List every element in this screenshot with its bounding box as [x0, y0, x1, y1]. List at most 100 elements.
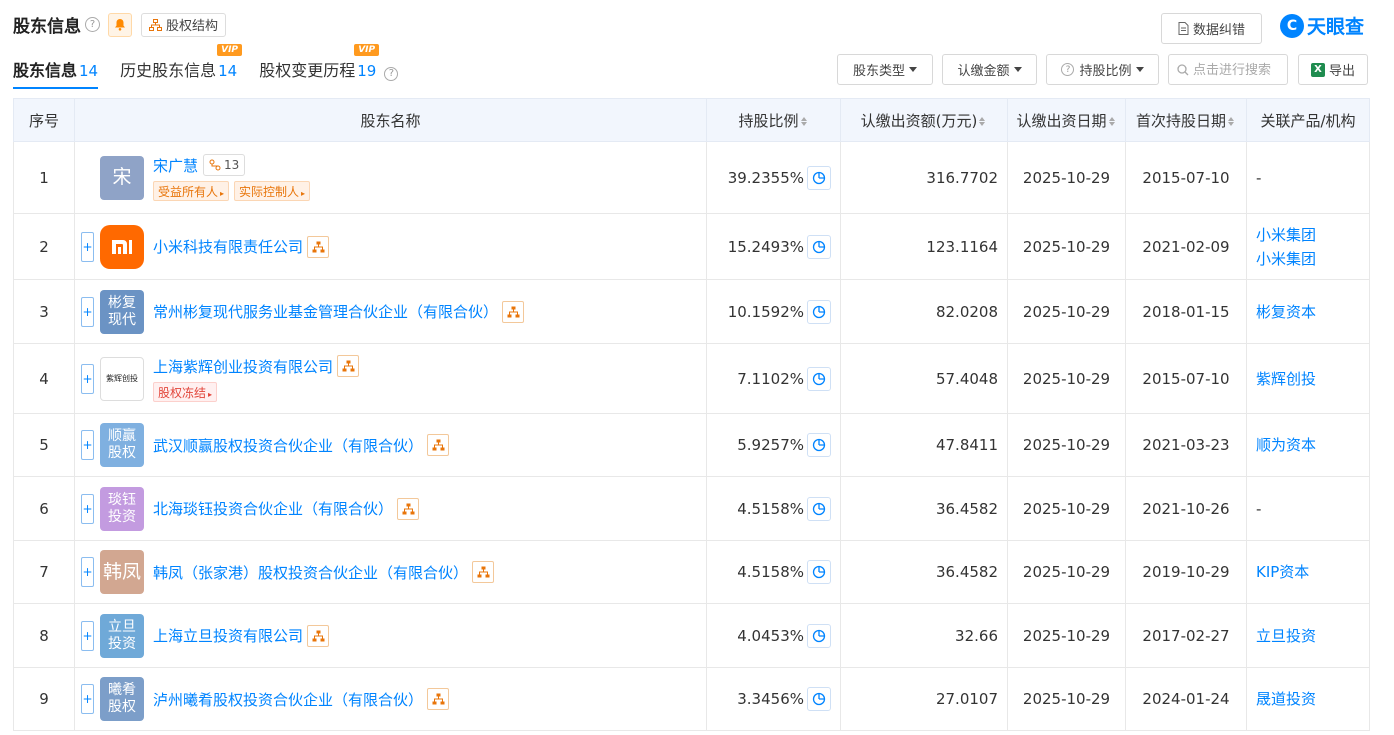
pie-chart-icon[interactable]	[807, 299, 831, 324]
related-org-link[interactable]: 小米集团	[1256, 223, 1369, 247]
shareholder-name-link[interactable]: 武汉顺赢股权投资合伙企业（有限合伙）	[153, 435, 423, 456]
status-tag[interactable]: 股权冻结 ▸	[153, 382, 218, 402]
avatar[interactable]: 顺赢 股权	[100, 423, 144, 467]
name-line: 小米科技有限责任公司	[153, 235, 330, 258]
expand-button[interactable]: +	[81, 296, 94, 327]
shareholder-name-link[interactable]: 上海紫辉创业投资有限公司	[153, 356, 333, 377]
related-org-link[interactable]: 立旦投资	[1256, 624, 1369, 648]
search-box[interactable]	[1168, 54, 1288, 85]
row-sub-date: 2025-10-29	[1007, 667, 1126, 731]
pie-chart-icon[interactable]	[807, 687, 831, 711]
pie-chart-icon[interactable]	[807, 165, 831, 190]
table-row[interactable]: 9 + 曦肴 股权 泸州曦肴股权投资合伙企业（有限合伙） 3.3456% 27.0107 20…	[13, 667, 1370, 731]
org-chart-icon[interactable]	[307, 235, 330, 258]
bell-icon[interactable]	[108, 12, 132, 37]
row-first-date: 2018-01-15	[1125, 279, 1247, 344]
tab-shareholders[interactable]: 股东信息 14	[13, 57, 99, 89]
data-correction-button[interactable]: 数据纠错	[1161, 13, 1262, 44]
shareholder-name-link[interactable]: 常州彬复现代服务业基金管理合伙企业（有限合伙）	[153, 301, 498, 322]
sort-icon[interactable]	[801, 117, 809, 126]
help-icon[interactable]: ?	[384, 66, 399, 81]
holding-ratio-dropdown[interactable]: ? 持股比例	[1046, 54, 1159, 85]
subscribed-amount-dropdown[interactable]: 认缴金额	[942, 54, 1037, 85]
status-tag[interactable]: 实际控制人 ▸	[234, 181, 311, 201]
related-org-link[interactable]: 彬复资本	[1256, 300, 1369, 324]
avatar[interactable]: 琰钰 投资	[100, 486, 144, 531]
org-chart-icon[interactable]	[502, 300, 525, 323]
avatar[interactable]: 紫辉创投	[100, 356, 144, 401]
row-related: 彬复资本	[1246, 279, 1370, 344]
shareholder-name-link[interactable]: 北海琰钰投资合伙企业（有限合伙）	[153, 498, 393, 519]
org-chart-icon[interactable]	[337, 355, 360, 377]
related-org-link[interactable]: 紫辉创投	[1256, 367, 1369, 391]
avatar[interactable]: 彬复 现代	[100, 289, 144, 334]
expand-button[interactable]: +	[81, 620, 94, 651]
related-org-link[interactable]: KIP资本	[1256, 560, 1369, 584]
ratio-wrap: 15.2493%	[707, 234, 840, 259]
related-org-link[interactable]: 顺为资本	[1256, 433, 1369, 457]
sort-icon[interactable]	[1228, 117, 1236, 126]
org-chart-icon[interactable]	[397, 497, 420, 520]
col-ratio[interactable]: 持股比例	[706, 98, 841, 142]
avatar[interactable]	[100, 224, 144, 269]
pie-chart-icon[interactable]	[807, 366, 831, 391]
name-block: 小米科技有限责任公司	[153, 235, 330, 258]
org-chart-icon[interactable]	[472, 561, 495, 583]
ratio-value: 4.0453%	[737, 626, 804, 645]
search-input[interactable]	[1193, 62, 1283, 77]
related-org-link[interactable]: 晟道投资	[1256, 687, 1369, 711]
shareholder-type-dropdown[interactable]: 股东类型	[837, 54, 933, 85]
avatar[interactable]: 宋	[100, 155, 144, 200]
org-chart-icon[interactable]	[307, 624, 330, 647]
pie-chart-icon[interactable]	[807, 234, 831, 259]
table-row[interactable]: 5 + 顺赢 股权 武汉顺赢股权投资合伙企业（有限合伙） 5.9257% 47.8411 20…	[13, 413, 1370, 477]
table-row[interactable]: 6 + 琰钰 投资 北海琰钰投资合伙企业（有限合伙） 4.5158% 36.4582 2025…	[13, 476, 1370, 541]
expand-button[interactable]: +	[81, 231, 94, 262]
expand-button[interactable]: +	[81, 363, 94, 394]
expand-button[interactable]: +	[81, 430, 94, 460]
col-amount[interactable]: 认缴出资额(万元)	[840, 98, 1008, 142]
equity-structure-button[interactable]: 股权结构	[141, 12, 227, 37]
shareholder-name-link[interactable]: 宋广慧	[153, 155, 198, 176]
table-row[interactable]: 1 宋宋广慧 13 受益所有人 ▸ 实际控制人 ▸ 39.2355% 316.7702 2025-…	[13, 141, 1370, 214]
row-ratio: 7.1102%	[706, 343, 841, 414]
col-sub-date[interactable]: 认缴出资日期	[1007, 98, 1126, 142]
sort-icon[interactable]	[1109, 117, 1117, 126]
dropdown-label: 认缴金额	[957, 64, 1010, 79]
avatar[interactable]: 曦肴 股权	[100, 677, 144, 721]
tianyancha-logo[interactable]: C 天眼查	[1280, 12, 1364, 39]
pie-chart-icon[interactable]	[807, 496, 831, 521]
col-first-date[interactable]: 首次持股日期	[1125, 98, 1247, 142]
status-tag[interactable]: 受益所有人 ▸	[153, 181, 230, 201]
table-row[interactable]: 3 + 彬复 现代 常州彬复现代服务业基金管理合伙企业（有限合伙） 10.1592% 82.…	[13, 279, 1370, 344]
shareholder-name-link[interactable]: 小米科技有限责任公司	[153, 236, 303, 257]
shareholder-name-link[interactable]: 韩凤（张家港）股权投资合伙企业（有限合伙）	[153, 562, 468, 583]
tab-history-shareholders[interactable]: VIP 历史股东信息 14	[120, 44, 243, 89]
related-org-link[interactable]: 小米集团	[1256, 247, 1369, 271]
expand-button[interactable]: +	[81, 557, 94, 587]
org-chart-icon[interactable]	[427, 688, 450, 710]
related-count-badge[interactable]: 13	[203, 154, 246, 176]
table-row[interactable]: 2 + 小米科技有限责任公司 15.2493% 123.1164 2025-10-29 20…	[13, 213, 1370, 280]
ratio-wrap: 7.1102%	[707, 366, 840, 391]
related-empty: -	[1256, 168, 1262, 187]
pie-chart-icon[interactable]	[807, 623, 831, 648]
org-chart-icon[interactable]	[427, 434, 450, 456]
expand-button[interactable]: +	[81, 493, 94, 524]
table-row[interactable]: 7 + 韩凤 韩凤（张家港）股权投资合伙企业（有限合伙） 4.5158% 36.4582 2…	[13, 540, 1370, 604]
row-first-date: 2015-07-10	[1125, 343, 1247, 414]
shareholder-name-link[interactable]: 泸州曦肴股权投资合伙企业（有限合伙）	[153, 689, 423, 710]
help-icon[interactable]: ?	[85, 17, 100, 32]
pie-chart-icon[interactable]	[807, 560, 831, 584]
expand-button[interactable]: +	[81, 684, 94, 714]
table-row[interactable]: 8 + 立旦 投资 上海立旦投资有限公司 4.0453% 32.66 2025-10-29 20…	[13, 603, 1370, 668]
sort-icon[interactable]	[979, 117, 987, 126]
document-icon	[1178, 22, 1189, 35]
shareholder-name-link[interactable]: 上海立旦投资有限公司	[153, 625, 303, 646]
export-button[interactable]: X 导出	[1298, 54, 1368, 85]
avatar[interactable]: 立旦 投资	[100, 613, 144, 658]
tab-equity-change[interactable]: VIP 股权变更历程 19 ?	[259, 44, 399, 89]
avatar[interactable]: 韩凤	[100, 550, 144, 594]
pie-chart-icon[interactable]	[807, 433, 831, 457]
table-row[interactable]: 4 + 紫辉创投 上海紫辉创业投资有限公司 股权冻结 ▸ 7.1102% 57.4048 202…	[13, 343, 1370, 414]
